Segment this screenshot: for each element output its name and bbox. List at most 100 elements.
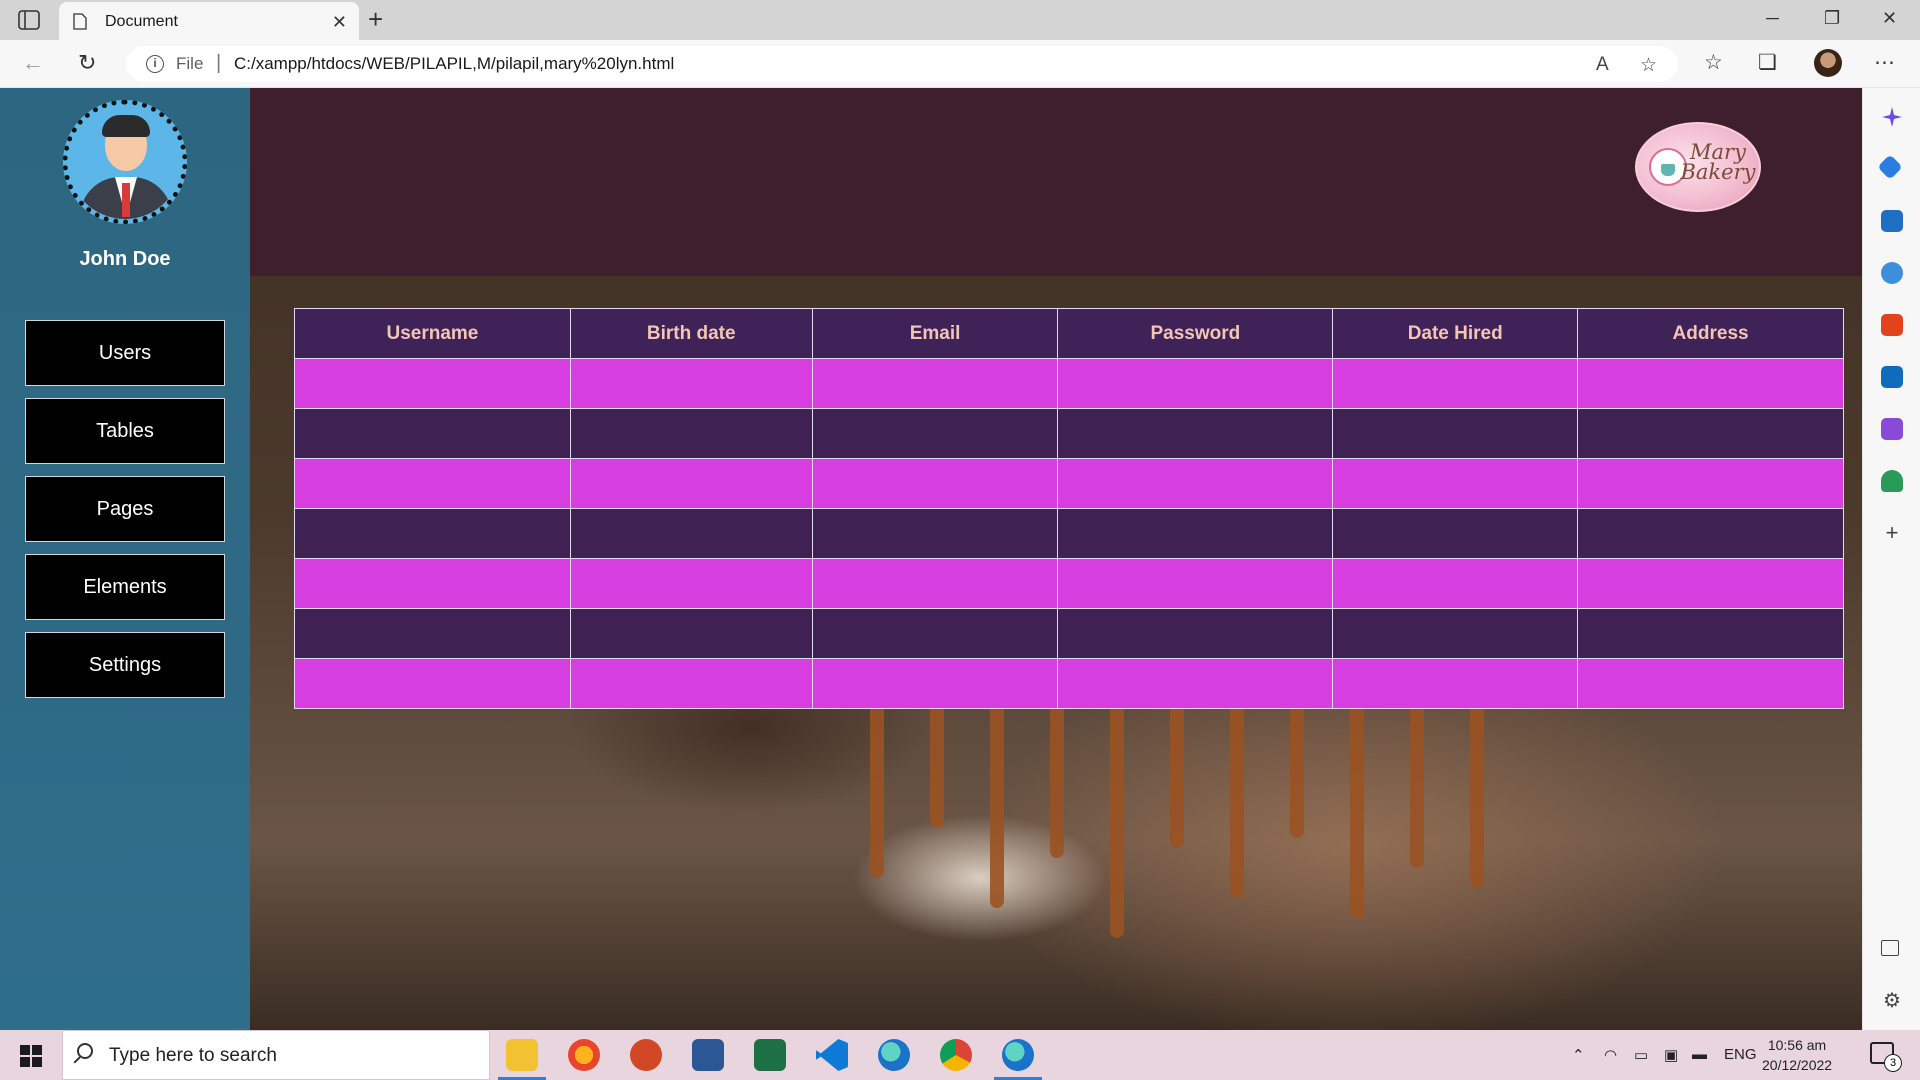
table-cell[interactable] (569, 358, 813, 409)
file-explorer-icon[interactable] (498, 1039, 546, 1080)
table-cell[interactable] (1332, 658, 1579, 709)
table-cell[interactable] (811, 358, 1059, 409)
sidebar-item-settings[interactable]: Settings (25, 632, 225, 698)
restore-icon[interactable]: ❐ (1824, 8, 1840, 29)
new-tab-button[interactable]: + (368, 6, 383, 32)
collections-icon[interactable]: ❏ (1758, 50, 1777, 75)
table-cell[interactable] (569, 608, 813, 659)
add-favorite-icon[interactable]: ☆ (1640, 54, 1657, 77)
table-cell[interactable] (294, 358, 571, 409)
table-cell[interactable] (569, 658, 813, 709)
table-cell[interactable] (1577, 658, 1844, 709)
table-cell[interactable] (1057, 558, 1334, 609)
table-cell[interactable] (569, 408, 813, 459)
sidebar-item-tables[interactable]: Tables (25, 398, 225, 464)
favorites-icon[interactable]: ☆ (1704, 50, 1723, 75)
edge-icon[interactable] (878, 1039, 910, 1071)
tools-icon[interactable] (1881, 210, 1903, 232)
table-cell[interactable] (1057, 358, 1334, 409)
edge-active-icon[interactable] (994, 1039, 1042, 1080)
display-icon[interactable]: ▭ (1634, 1046, 1648, 1064)
browser-tab[interactable]: Document ✕ (59, 2, 359, 40)
table-cell[interactable] (294, 458, 571, 509)
add-icon[interactable]: + (1881, 522, 1903, 544)
back-arrow-icon[interactable]: ← (22, 52, 44, 74)
table-cell[interactable] (1577, 358, 1844, 409)
table-cell[interactable] (1332, 458, 1579, 509)
language-indicator[interactable]: ENG (1724, 1046, 1757, 1063)
table-cell[interactable] (811, 458, 1059, 509)
update-icon[interactable]: ▣ (1664, 1046, 1678, 1064)
table-cell[interactable] (1057, 458, 1334, 509)
table-cell[interactable] (569, 458, 813, 509)
table-cell[interactable] (1057, 408, 1334, 459)
windows-start-icon[interactable] (20, 1045, 42, 1067)
clock[interactable]: 10:56 am 20/12/2022 (1762, 1035, 1832, 1075)
tree-icon[interactable] (1881, 470, 1903, 492)
firefox-icon[interactable] (568, 1039, 600, 1071)
battery-icon[interactable]: ▬ (1692, 1046, 1707, 1063)
address-bar[interactable]: i File | C:/xampp/htdocs/WEB/PILAPIL,M/p… (126, 46, 1678, 82)
table-cell[interactable] (1057, 658, 1334, 709)
table-cell[interactable] (811, 658, 1059, 709)
hide-sidebar-icon[interactable] (1881, 940, 1899, 956)
table-cell[interactable] (1057, 608, 1334, 659)
reload-icon[interactable]: ↻ (78, 52, 96, 74)
games-icon[interactable] (1881, 262, 1903, 284)
minimize-icon[interactable]: ─ (1766, 8, 1779, 29)
powerpoint-icon[interactable] (630, 1039, 662, 1071)
table-cell[interactable] (811, 608, 1059, 659)
table-cell[interactable] (1577, 608, 1844, 659)
table-cell[interactable] (1577, 508, 1844, 559)
sidebar-item-pages[interactable]: Pages (25, 476, 225, 542)
table-cell[interactable] (811, 508, 1059, 559)
table-row (294, 358, 1844, 409)
vscode-icon[interactable] (816, 1039, 848, 1071)
sidebar-item-elements[interactable]: Elements (25, 554, 225, 620)
table-cell[interactable] (569, 558, 813, 609)
outlook-icon[interactable] (1881, 366, 1903, 388)
table-cell[interactable] (811, 558, 1059, 609)
table-cell[interactable] (1332, 608, 1579, 659)
table-cell[interactable] (569, 508, 813, 559)
table-cell[interactable] (1577, 408, 1844, 459)
table-cell[interactable] (1332, 508, 1579, 559)
search-placeholder: Type here to search (109, 1045, 277, 1066)
office-icon[interactable] (1881, 314, 1903, 336)
brand-logo[interactable]: Mary Bakery (1635, 122, 1761, 212)
tab-actions-icon[interactable] (18, 10, 40, 30)
chrome-icon[interactable] (940, 1039, 972, 1071)
excel-icon[interactable] (754, 1039, 786, 1071)
table-cell[interactable] (294, 608, 571, 659)
designer-icon[interactable] (1881, 418, 1903, 440)
word-icon[interactable] (692, 1039, 724, 1071)
table-cell[interactable] (1057, 508, 1334, 559)
network-icon[interactable]: ◠ (1604, 1046, 1617, 1064)
more-options-icon[interactable]: ⋯ (1874, 50, 1895, 75)
settings-gear-icon[interactable]: ⚙ (1881, 990, 1903, 1012)
shopping-icon[interactable] (1877, 154, 1903, 180)
table-cell[interactable] (1332, 408, 1579, 459)
table-cell[interactable] (294, 658, 571, 709)
search-input[interactable]: Type here to search (62, 1030, 490, 1080)
table-cell[interactable] (1332, 558, 1579, 609)
url-text[interactable]: C:/xampp/htdocs/WEB/PILAPIL,M/pilapil,ma… (234, 54, 674, 74)
chevron-up-icon[interactable]: ⌃ (1572, 1046, 1585, 1064)
notification-icon[interactable]: 3 (1870, 1042, 1902, 1072)
logo-text: Mary Bakery (1680, 140, 1756, 184)
table-cell[interactable] (811, 408, 1059, 459)
info-icon[interactable]: i (146, 55, 164, 73)
table-cell[interactable] (294, 558, 571, 609)
table-cell[interactable] (1577, 558, 1844, 609)
table-cell[interactable] (294, 408, 571, 459)
table-cell[interactable] (294, 508, 571, 559)
table-cell[interactable] (1577, 458, 1844, 509)
copilot-icon[interactable] (1881, 106, 1903, 128)
close-window-icon[interactable]: ✕ (1882, 8, 1897, 29)
read-aloud-icon[interactable]: A (1596, 54, 1609, 76)
sidebar-item-users[interactable]: Users (25, 320, 225, 386)
table-header-row: Username Birth date Email Password Date … (294, 308, 1844, 359)
close-tab-icon[interactable]: ✕ (332, 12, 347, 33)
table-cell[interactable] (1332, 358, 1579, 409)
avatar[interactable] (1814, 49, 1842, 77)
